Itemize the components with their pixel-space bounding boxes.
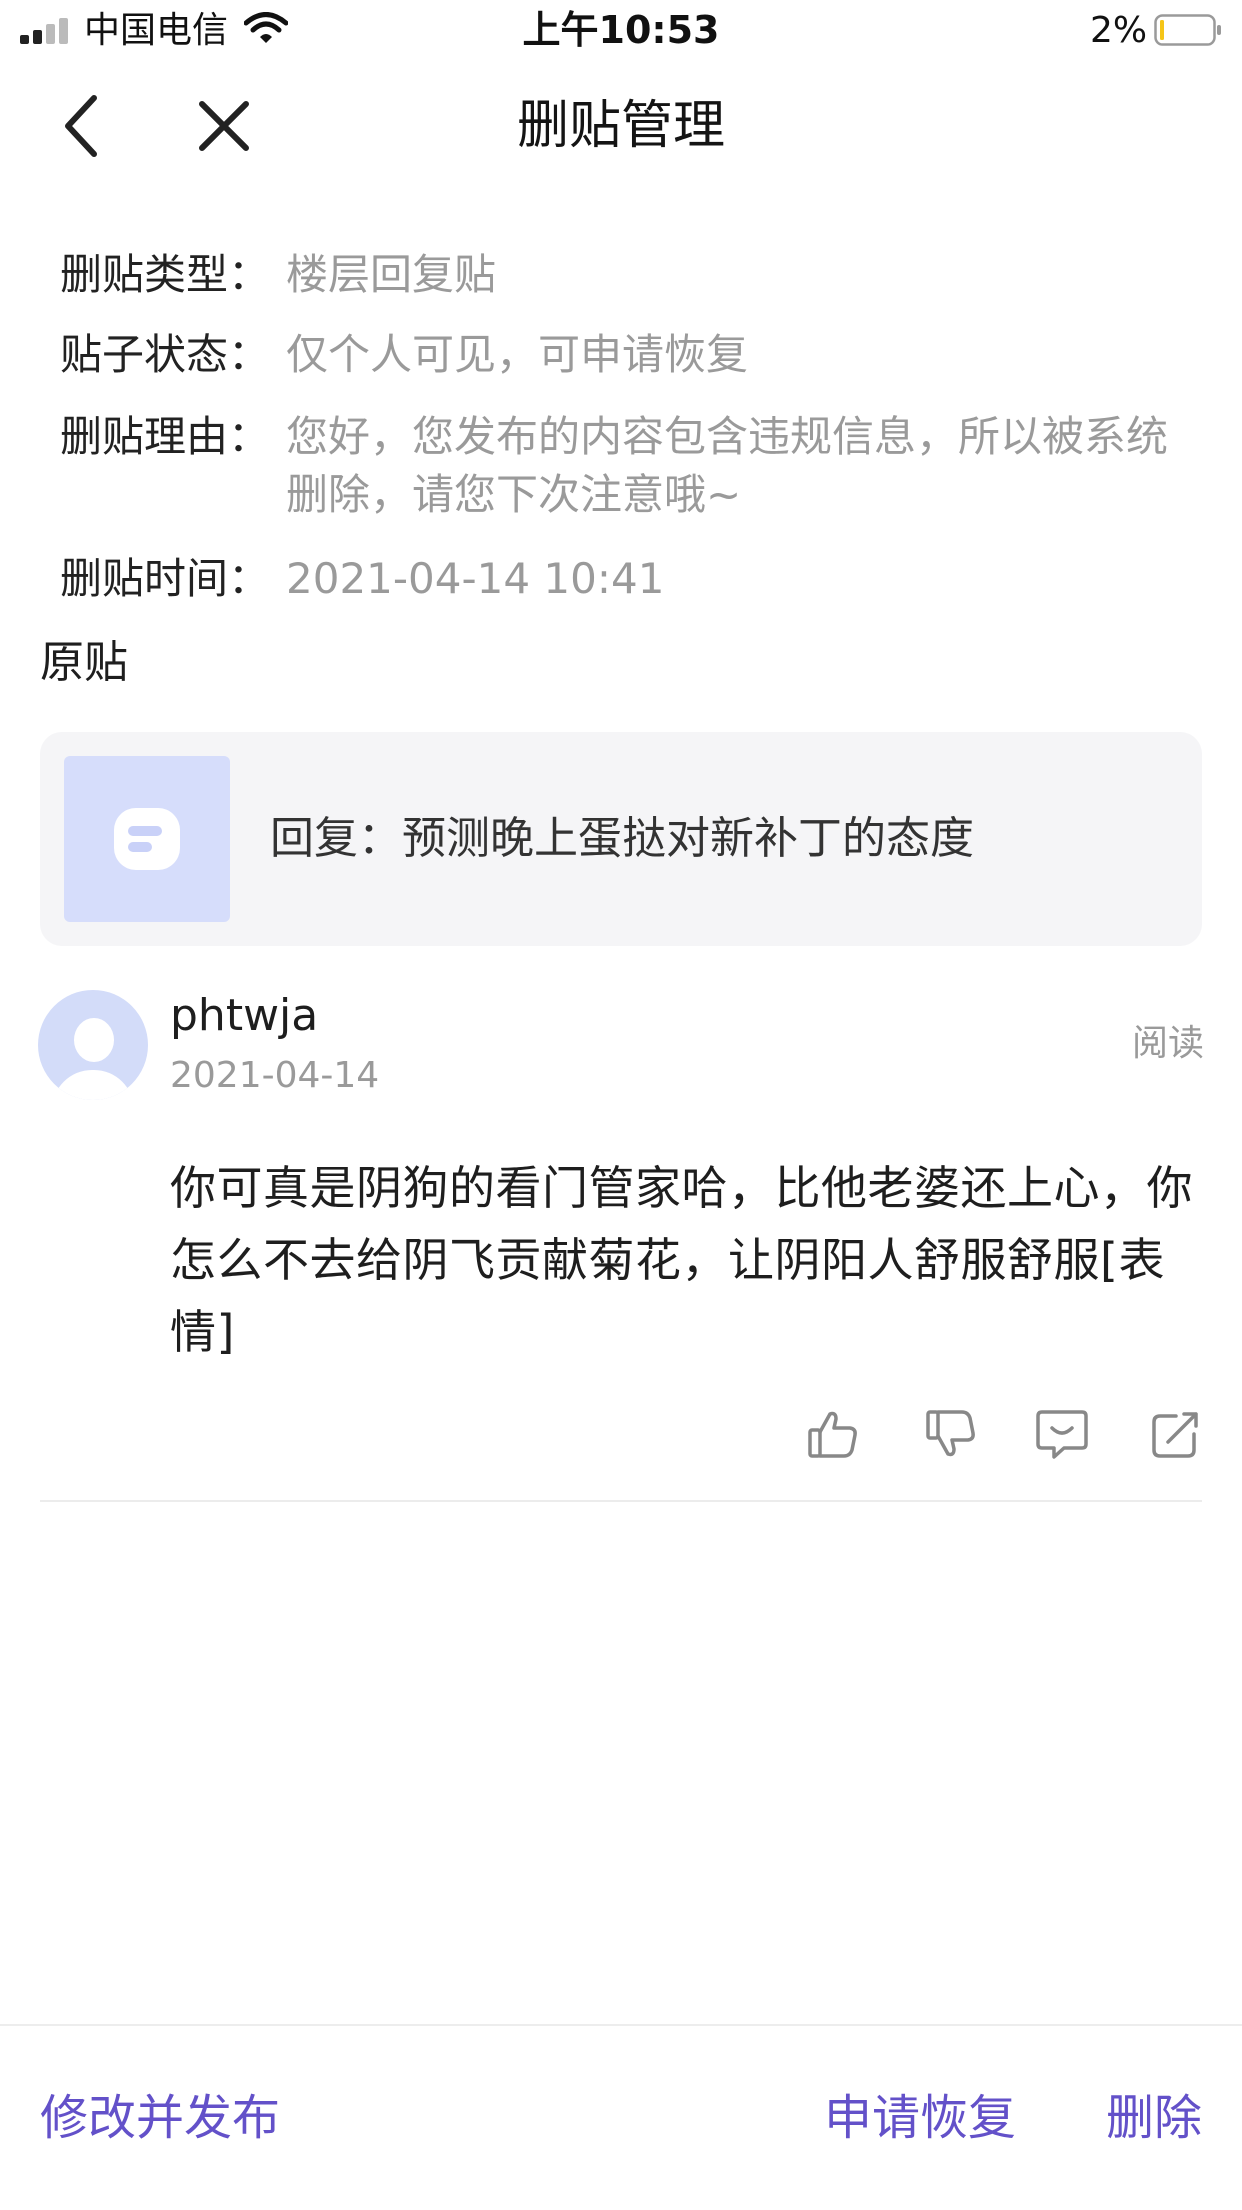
reply-content: 你可真是阴狗的看门管家哈，比他老婆还上心，你怎么不去给阴飞贡献菊花，让阴阳人舒服… <box>170 1161 1193 1359</box>
delete-type-label: 删贴类型： <box>60 250 271 299</box>
original-post-card[interactable]: 回复：预测晚上蛋挞对新补丁的态度 <box>40 732 1202 946</box>
delete-time-value: 2021-04-14 10:41 <box>286 554 665 603</box>
username[interactable]: phtwja <box>170 986 318 1046</box>
post-status-label: 贴子状态： <box>60 330 271 379</box>
like-icon[interactable] <box>806 1406 862 1462</box>
original-post-title: 回复：预测晚上蛋挞对新补丁的态度 <box>270 813 974 864</box>
post-date: 2021-04-14 <box>170 1055 380 1096</box>
dislike-icon[interactable] <box>924 1406 980 1462</box>
original-post-heading: 原贴 <box>40 637 128 688</box>
edit-publish-button[interactable]: 修改并发布 <box>40 2086 280 2150</box>
delete-reason-label: 删贴理由： <box>60 412 271 461</box>
post-status-value: 仅个人可见，可申请恢复 <box>286 330 749 379</box>
post-thumbnail <box>64 756 230 922</box>
comment-icon[interactable] <box>1034 1406 1090 1462</box>
divider <box>40 1500 1202 1502</box>
battery-icon <box>1154 14 1222 46</box>
battery-percent: 2% <box>1090 10 1148 51</box>
delete-time-label: 删贴时间： <box>60 554 271 603</box>
delete-button[interactable]: 删除 <box>1106 2086 1202 2150</box>
apply-restore-button[interactable]: 申请恢复 <box>824 2086 1016 2150</box>
status-time: 上午10:53 <box>522 8 720 52</box>
status-bar: 中国电信 上午10:53 2% <box>0 0 1242 62</box>
page-title: 删贴管理 <box>516 96 725 156</box>
share-icon[interactable] <box>1148 1406 1204 1462</box>
tieba-logo-icon <box>114 808 180 870</box>
avatar[interactable] <box>38 990 148 1100</box>
delete-reason-value: 您好，您发布的内容包含违规信息，所以被系统删除，请您下次注意哦~ <box>286 412 1169 519</box>
read-button[interactable]: 阅读 <box>1132 1020 1204 1068</box>
delete-type-value: 楼层回复贴 <box>286 250 497 299</box>
